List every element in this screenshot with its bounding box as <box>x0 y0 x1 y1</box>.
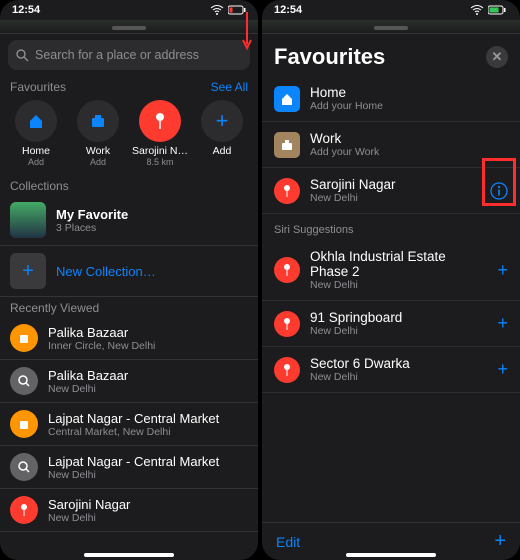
pin-icon <box>274 257 300 283</box>
pin-icon <box>155 112 165 130</box>
recent-item[interactable]: Sarojini NagarNew Delhi <box>0 489 258 532</box>
pin-icon <box>274 357 300 383</box>
pin-icon <box>10 496 38 524</box>
plus-icon: + <box>216 108 229 134</box>
new-collection-button[interactable]: + New Collection… <box>0 246 258 297</box>
search-result-icon <box>10 453 38 481</box>
annotation-highlight <box>482 158 516 206</box>
recently-viewed-heading: Recently Viewed <box>10 301 99 315</box>
briefcase-icon <box>89 112 107 130</box>
siri-suggestions-heading: Siri Suggestions <box>262 214 520 240</box>
fav-work[interactable]: Work Add <box>68 100 128 167</box>
home-indicator <box>84 553 174 557</box>
fav-sarojini[interactable]: Sarojini N… 8.5 km <box>130 100 190 167</box>
map-peek <box>262 20 520 34</box>
annotation-arrow <box>242 12 252 52</box>
wifi-icon <box>210 5 224 15</box>
wifi-icon <box>470 5 484 15</box>
add-favourite-button[interactable]: + <box>494 530 506 553</box>
clock: 12:54 <box>274 4 302 16</box>
status-bar: 12:54 <box>0 0 258 20</box>
home-icon <box>274 86 300 112</box>
collection-thumb <box>10 202 46 238</box>
status-bar: 12:54 <box>262 0 520 20</box>
favourites-shortcut-row: Home Add Work Add Sarojini N… 8.5 km + A… <box>0 96 258 175</box>
recent-item[interactable]: Lajpat Nagar - Central MarketCentral Mar… <box>0 403 258 446</box>
favourites-panel-screen: 12:54 Favourites ✕ HomeAdd your Home Wor… <box>262 0 520 560</box>
home-indicator <box>346 553 436 557</box>
plus-tile: + <box>10 253 46 289</box>
map-peek <box>0 20 258 34</box>
search-input[interactable]: Search for a place or address <box>8 40 250 70</box>
battery-charging-icon <box>488 5 508 15</box>
search-result-icon <box>10 367 38 395</box>
search-placeholder: Search for a place or address <box>35 48 199 62</box>
favourite-home-row[interactable]: HomeAdd your Home <box>262 76 520 122</box>
home-icon <box>27 112 45 130</box>
siri-suggestion-row[interactable]: Sector 6 DwarkaNew Delhi + <box>262 347 520 393</box>
magnifier-icon <box>16 49 29 62</box>
shopping-icon <box>10 324 38 352</box>
collection-my-favorite[interactable]: My Favorite3 Places <box>0 195 258 246</box>
add-suggestion-button[interactable]: + <box>497 260 508 281</box>
add-suggestion-button[interactable]: + <box>497 313 508 334</box>
fav-home[interactable]: Home Add <box>6 100 66 167</box>
recent-item[interactable]: Palika BazaarInner Circle, New Delhi <box>0 317 258 360</box>
pin-icon <box>274 311 300 337</box>
recent-item[interactable]: Lajpat Nagar - Central MarketNew Delhi <box>0 446 258 489</box>
collections-heading: Collections <box>10 179 69 193</box>
status-right <box>210 5 246 15</box>
fav-add[interactable]: + Add <box>192 100 252 167</box>
panel-title: Favourites <box>274 44 385 70</box>
edit-button[interactable]: Edit <box>276 534 300 550</box>
maps-home-screen: 12:54 Search for a place or address Favo… <box>0 0 258 560</box>
close-button[interactable]: ✕ <box>486 46 508 68</box>
siri-suggestion-row[interactable]: Okhla Industrial Estate Phase 2New Delhi… <box>262 240 520 301</box>
see-all-link[interactable]: See All <box>211 80 248 94</box>
recent-item[interactable]: Palika BazaarNew Delhi <box>0 360 258 403</box>
clock: 12:54 <box>12 4 40 16</box>
pin-icon <box>274 178 300 204</box>
briefcase-icon <box>274 132 300 158</box>
status-right <box>470 5 508 15</box>
favourites-heading: Favourites <box>10 80 66 94</box>
shopping-icon <box>10 410 38 438</box>
add-suggestion-button[interactable]: + <box>497 359 508 380</box>
siri-suggestion-row[interactable]: 91 SpringboardNew Delhi + <box>262 301 520 347</box>
